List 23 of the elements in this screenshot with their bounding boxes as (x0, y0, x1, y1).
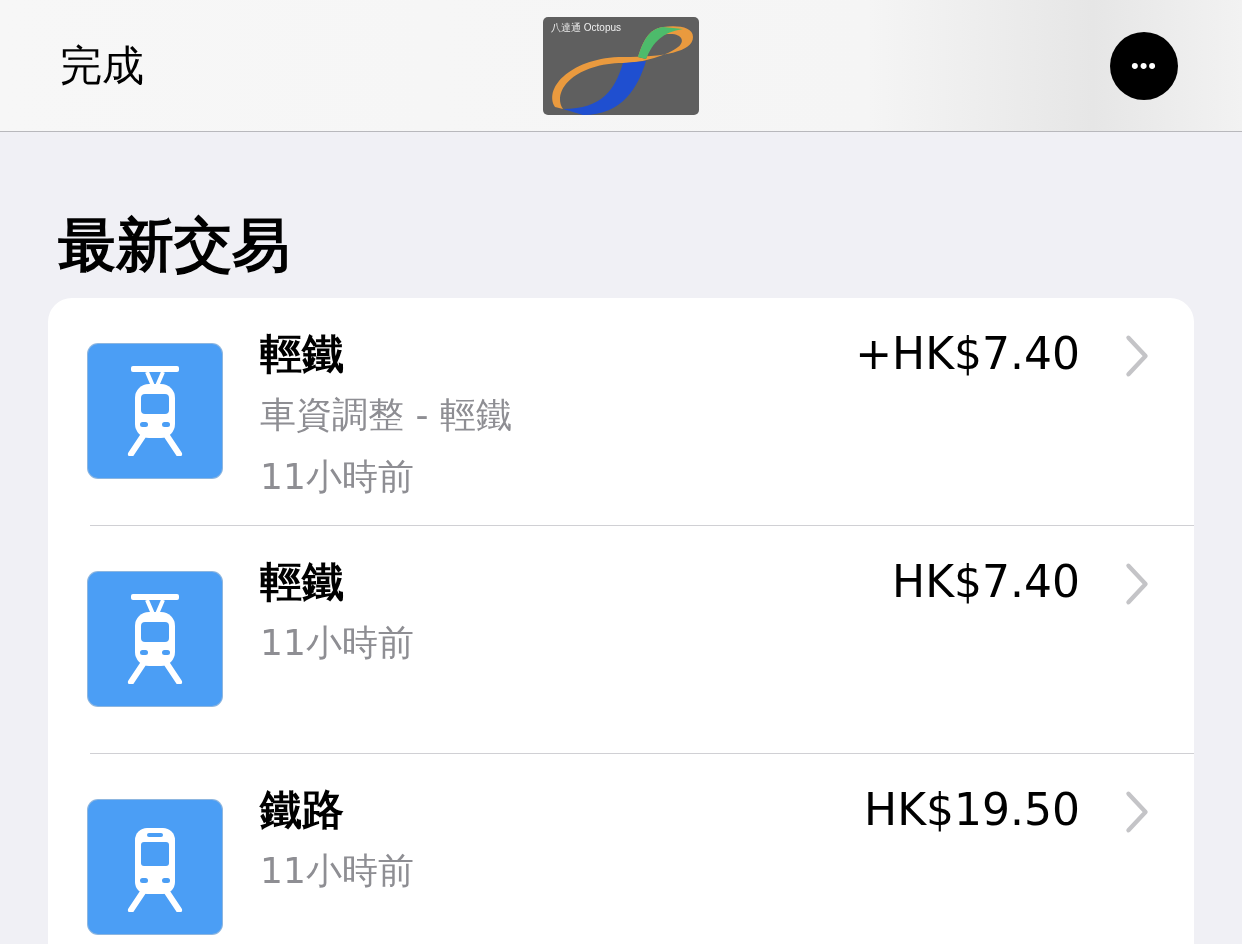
chevron-icon (1124, 562, 1150, 606)
done-button[interactable]: 完成 (60, 37, 144, 94)
transaction-detail: 11小時前 (260, 621, 415, 665)
tram-icon (125, 366, 185, 456)
tram-icon (125, 594, 185, 684)
transaction-amount: HK$19.50 (864, 783, 1080, 837)
card-label: 八達通 Octopus (551, 21, 622, 35)
more-button[interactable]: ••• (1110, 31, 1178, 100)
transaction-title: 輕鐵 (260, 556, 345, 608)
chevron-icon (1124, 334, 1150, 378)
transaction-amount: HK$7.40 (892, 555, 1080, 609)
transaction-detail: 11小時前 (260, 849, 415, 893)
transaction-title: 鐵路 (260, 784, 345, 836)
section-title: 最新交易 (57, 210, 291, 281)
transaction-detail: 車資調整 - 輕鐵 (260, 393, 513, 437)
transaction-row[interactable]: 輕鐵 11小時前 HK$7.40 (48, 526, 1194, 754)
transaction-detail: 11小時前 (260, 455, 415, 499)
transaction-row[interactable]: 輕鐵 車資調整 - 輕鐵 11小時前 +HK$7.40 (48, 298, 1194, 526)
octopus-card[interactable]: 八達通 Octopus (543, 17, 699, 115)
transaction-amount: +HK$7.40 (855, 327, 1080, 381)
transaction-title: 輕鐵 (260, 328, 345, 380)
chevron-icon (1124, 790, 1150, 834)
transaction-row[interactable]: 鐵路 11小時前 HK$19.50 (48, 754, 1194, 944)
